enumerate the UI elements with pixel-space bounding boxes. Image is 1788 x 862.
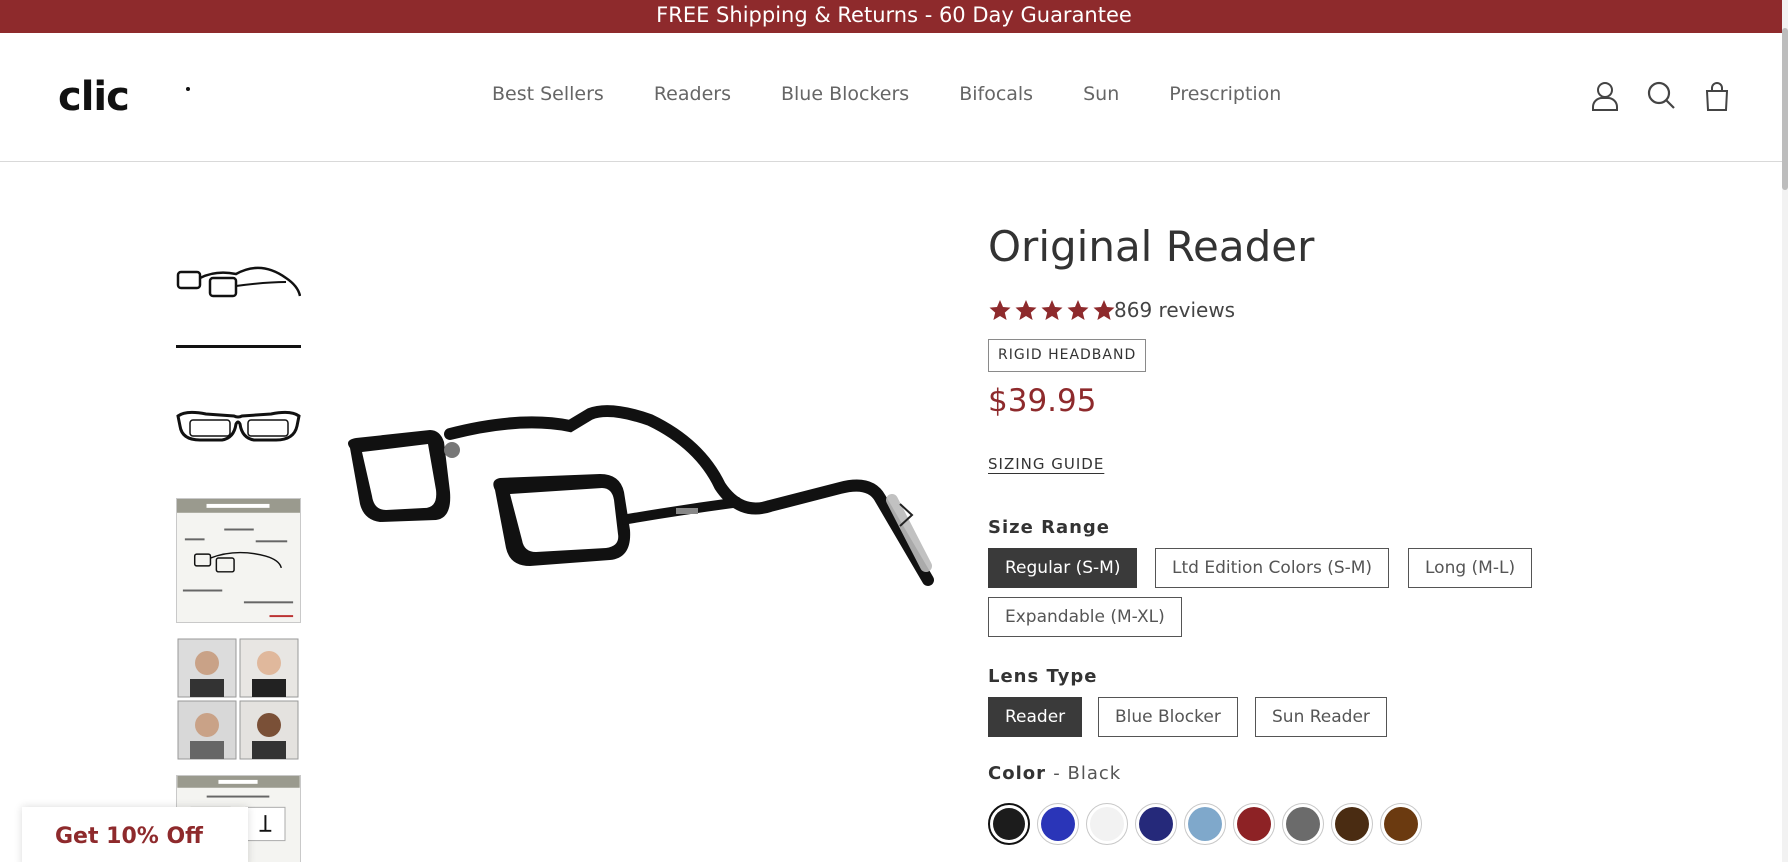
nav-prescription[interactable]: Prescription (1169, 83, 1281, 105)
thumbnail-2[interactable] (176, 380, 301, 505)
thumbnail-4[interactable] (176, 637, 301, 762)
color-swatch-fill (1139, 807, 1173, 841)
star-rating[interactable] (988, 298, 1116, 322)
color-swatch[interactable] (1037, 803, 1079, 845)
glasses-front-thumbnail (176, 410, 301, 442)
svg-text:clic: clic (58, 77, 129, 117)
lens-reader-button[interactable]: Reader (988, 697, 1083, 737)
size-long-button[interactable]: Long (M-L) (1408, 548, 1533, 588)
thumbnail-3[interactable] (176, 498, 301, 623)
thumbnail-active-indicator (176, 345, 301, 348)
header-icons (1590, 80, 1732, 112)
color-swatch[interactable] (1086, 803, 1128, 845)
size-range-label: Size Range (988, 517, 1110, 538)
lens-sun-reader-button[interactable]: Sun Reader (1255, 697, 1387, 737)
lens-type-label: Lens Type (988, 666, 1098, 687)
color-swatch[interactable] (1282, 803, 1324, 845)
star-icon (1067, 300, 1089, 320)
infographic-thumbnail (177, 499, 300, 618)
color-label-text: Color (988, 763, 1046, 784)
color-swatch[interactable] (1233, 803, 1275, 845)
promo-label: Get 10% Off (55, 824, 203, 849)
color-label: Color - Black (988, 763, 1121, 784)
sizing-guide-link[interactable]: SIZING GUIDE (988, 455, 1104, 473)
nav-sun[interactable]: Sun (1083, 83, 1119, 105)
color-swatch-fill (1188, 807, 1222, 841)
color-swatch-fill (1335, 807, 1369, 841)
color-swatch-fill (993, 808, 1025, 840)
color-swatch[interactable] (1135, 803, 1177, 845)
product-title: Original Reader (988, 222, 1315, 271)
announcement-bar: FREE Shipping & Returns - 60 Day Guarant… (0, 0, 1788, 33)
nav-readers[interactable]: Readers (654, 83, 731, 105)
clic-logo[interactable]: clic (58, 77, 192, 117)
scrollbar-thumb[interactable] (1782, 28, 1788, 190)
next-image-arrow-icon[interactable] (890, 500, 920, 530)
nav-bifocals[interactable]: Bifocals (959, 83, 1033, 105)
color-swatch[interactable] (988, 803, 1030, 845)
color-swatch-fill (1286, 807, 1320, 841)
star-icon (1041, 300, 1063, 320)
search-icon[interactable] (1646, 80, 1676, 112)
announcement-text: FREE Shipping & Returns - 60 Day Guarant… (656, 3, 1132, 27)
site-header: clic Best Sellers Readers Blue Blockers … (0, 33, 1782, 162)
color-swatch[interactable] (1380, 803, 1422, 845)
account-icon[interactable] (1590, 80, 1620, 112)
color-swatch[interactable] (1331, 803, 1373, 845)
main-nav: Best Sellers Readers Blue Blockers Bifoc… (492, 83, 1281, 105)
color-swatch-fill (1041, 807, 1075, 841)
size-expandable-button[interactable]: Expandable (M-XL) (988, 597, 1182, 637)
nav-blue-blockers[interactable]: Blue Blockers (781, 83, 909, 105)
cart-icon[interactable] (1702, 80, 1732, 112)
star-icon (1015, 300, 1037, 320)
color-swatch[interactable] (1184, 803, 1226, 845)
reviews-link[interactable]: 869 reviews (1114, 298, 1235, 322)
size-regular-button[interactable]: Regular (S-M) (988, 548, 1138, 588)
star-icon (989, 300, 1011, 320)
selected-color: Black (1067, 763, 1122, 784)
color-swatch-fill (1090, 807, 1124, 841)
color-swatch-fill (1237, 807, 1271, 841)
product-badge: RIGID HEADBAND (988, 339, 1147, 372)
glasses-side-thumbnail (176, 266, 302, 298)
product-main-image[interactable] (340, 370, 940, 600)
color-swatch-fill (1384, 807, 1418, 841)
lens-blue-blocker-button[interactable]: Blue Blocker (1098, 697, 1238, 737)
size-ltd-edition-button[interactable]: Ltd Edition Colors (S-M) (1155, 548, 1390, 588)
star-icon (1093, 300, 1115, 320)
model-photos-thumbnail (177, 638, 299, 760)
product-price: $39.95 (988, 383, 1097, 419)
promo-tab[interactable]: Get 10% Off (22, 807, 248, 862)
nav-best-sellers[interactable]: Best Sellers (492, 83, 604, 105)
color-separator: - (1053, 763, 1061, 784)
